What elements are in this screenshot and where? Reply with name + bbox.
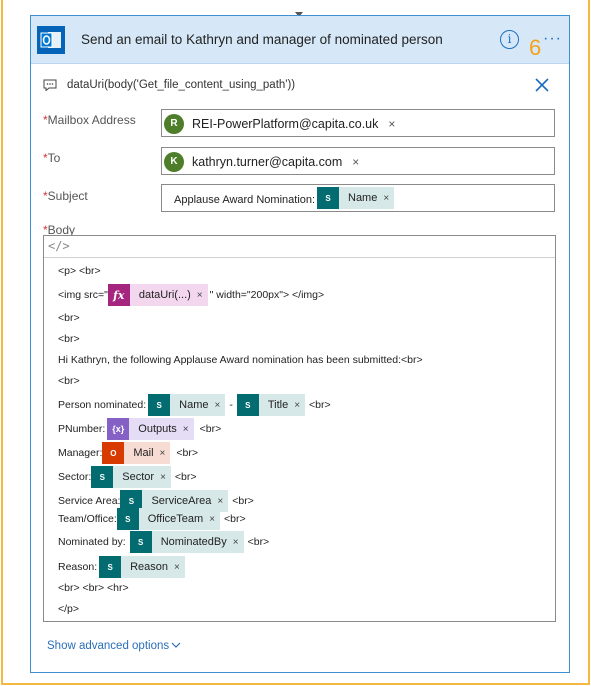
- sharepoint-icon: S: [129, 531, 152, 553]
- to-chip: K kathryn.turner@capita.com ×: [164, 151, 359, 173]
- card-note[interactable]: dataUri(body('Get_file_content_using_pat…: [67, 79, 295, 91]
- subject-name-token[interactable]: S Name ×: [317, 187, 395, 209]
- to-field[interactable]: K kathryn.turner@capita.com ×: [161, 147, 555, 175]
- remove-token-icon[interactable]: ×: [217, 496, 228, 507]
- body-line: Hi Kathryn, the following Applause Award…: [58, 354, 423, 366]
- sharepoint-icon: S: [236, 394, 259, 416]
- body-toolbar: </>: [44, 236, 555, 258]
- remove-token-icon[interactable]: ×: [294, 400, 305, 411]
- outlook-icon: [37, 26, 65, 54]
- body-line: Reason: S Reason ×: [58, 556, 185, 578]
- to-label: *To: [43, 151, 61, 165]
- close-icon[interactable]: [533, 76, 551, 94]
- mailbox-field[interactable]: R REI-PowerPlatform@capita.co.uk ×: [161, 109, 555, 137]
- body-line: <img src=" fx dataUri(...) × " width="20…: [58, 284, 324, 306]
- office-icon: O: [102, 442, 125, 464]
- remove-token-icon[interactable]: ×: [214, 400, 225, 411]
- code-view-icon[interactable]: </>: [48, 239, 70, 253]
- card-header[interactable]: Send an email to Kathryn and manager of …: [31, 16, 569, 64]
- body-line: Team/Office: S OfficeTeam × <br>: [58, 508, 246, 530]
- body-line: <br>: [58, 312, 80, 324]
- body-line: <br>: [58, 333, 80, 345]
- mailbox-value: REI-PowerPlatform@capita.co.uk: [192, 117, 379, 131]
- remove-token-icon[interactable]: ×: [197, 290, 208, 301]
- show-advanced-options-link[interactable]: Show advanced options: [47, 640, 169, 652]
- sharepoint-icon: S: [148, 394, 171, 416]
- mailbox-label: *Mailbox Address: [43, 113, 136, 127]
- sector-token[interactable]: S Sector ×: [91, 466, 171, 488]
- remove-token-icon[interactable]: ×: [174, 562, 185, 573]
- remove-token-icon[interactable]: ×: [233, 537, 244, 548]
- body-line: Person nominated: S Name × - S Title × <…: [58, 394, 331, 416]
- body-line: Manager: O Mail × <br>: [58, 442, 198, 464]
- mail-token[interactable]: O Mail ×: [102, 442, 171, 464]
- comment-icon[interactable]: [43, 79, 57, 91]
- avatar: R: [164, 114, 184, 134]
- remove-token-icon[interactable]: ×: [383, 193, 394, 204]
- body-line: Sector: S Sector × <br>: [58, 466, 197, 488]
- subject-text: Applause Award Nomination:: [174, 194, 316, 206]
- remove-token-icon[interactable]: ×: [160, 472, 171, 483]
- body-line: <p> <br>: [58, 265, 101, 277]
- more-options-icon[interactable]: ···: [543, 30, 562, 48]
- sharepoint-icon: S: [99, 556, 122, 578]
- remove-mailbox-icon[interactable]: ×: [388, 117, 395, 131]
- remove-token-icon[interactable]: ×: [160, 448, 171, 459]
- step-number: 6: [529, 35, 542, 60]
- chevron-down-icon[interactable]: [171, 640, 181, 650]
- sharepoint-icon: S: [91, 466, 114, 488]
- body-line: PNumber: {x} Outputs × <br>: [58, 418, 221, 440]
- card-title[interactable]: Send an email to Kathryn and manager of …: [81, 32, 443, 47]
- body-line: Nominated by: S NominatedBy × <br>: [58, 531, 269, 553]
- reason-token[interactable]: S Reason ×: [99, 556, 185, 578]
- datauri-token[interactable]: fx dataUri(...) ×: [107, 284, 208, 306]
- sharepoint-icon: S: [116, 508, 139, 530]
- outputs-token[interactable]: {x} Outputs ×: [107, 418, 194, 440]
- remove-token-icon[interactable]: ×: [209, 514, 220, 525]
- officeteam-token[interactable]: S OfficeTeam ×: [116, 508, 221, 530]
- remove-token-icon[interactable]: ×: [183, 424, 194, 435]
- info-icon[interactable]: i: [500, 30, 519, 49]
- body-line: <br> <br> <hr>: [58, 582, 129, 594]
- action-card: Send an email to Kathryn and manager of …: [30, 15, 570, 673]
- to-value: kathryn.turner@capita.com: [192, 155, 343, 169]
- body-editor[interactable]: </> <p> <br> <img src=" fx dataUri(...) …: [43, 235, 556, 622]
- mailbox-chip: R REI-PowerPlatform@capita.co.uk ×: [164, 113, 395, 135]
- expression-icon: fx: [107, 284, 130, 306]
- nominatedby-token[interactable]: S NominatedBy ×: [129, 531, 244, 553]
- subject-field[interactable]: Applause Award Nomination: S Name ×: [161, 184, 555, 212]
- sharepoint-icon: S: [317, 187, 339, 209]
- avatar: K: [164, 152, 184, 172]
- title-token[interactable]: S Title ×: [236, 394, 306, 416]
- body-line: <br>: [58, 375, 80, 387]
- subject-label: *Subject: [43, 189, 88, 203]
- variable-icon: {x}: [107, 418, 130, 440]
- body-line: </p>: [58, 603, 80, 615]
- remove-recipient-icon[interactable]: ×: [352, 155, 359, 169]
- name-token[interactable]: S Name ×: [148, 394, 226, 416]
